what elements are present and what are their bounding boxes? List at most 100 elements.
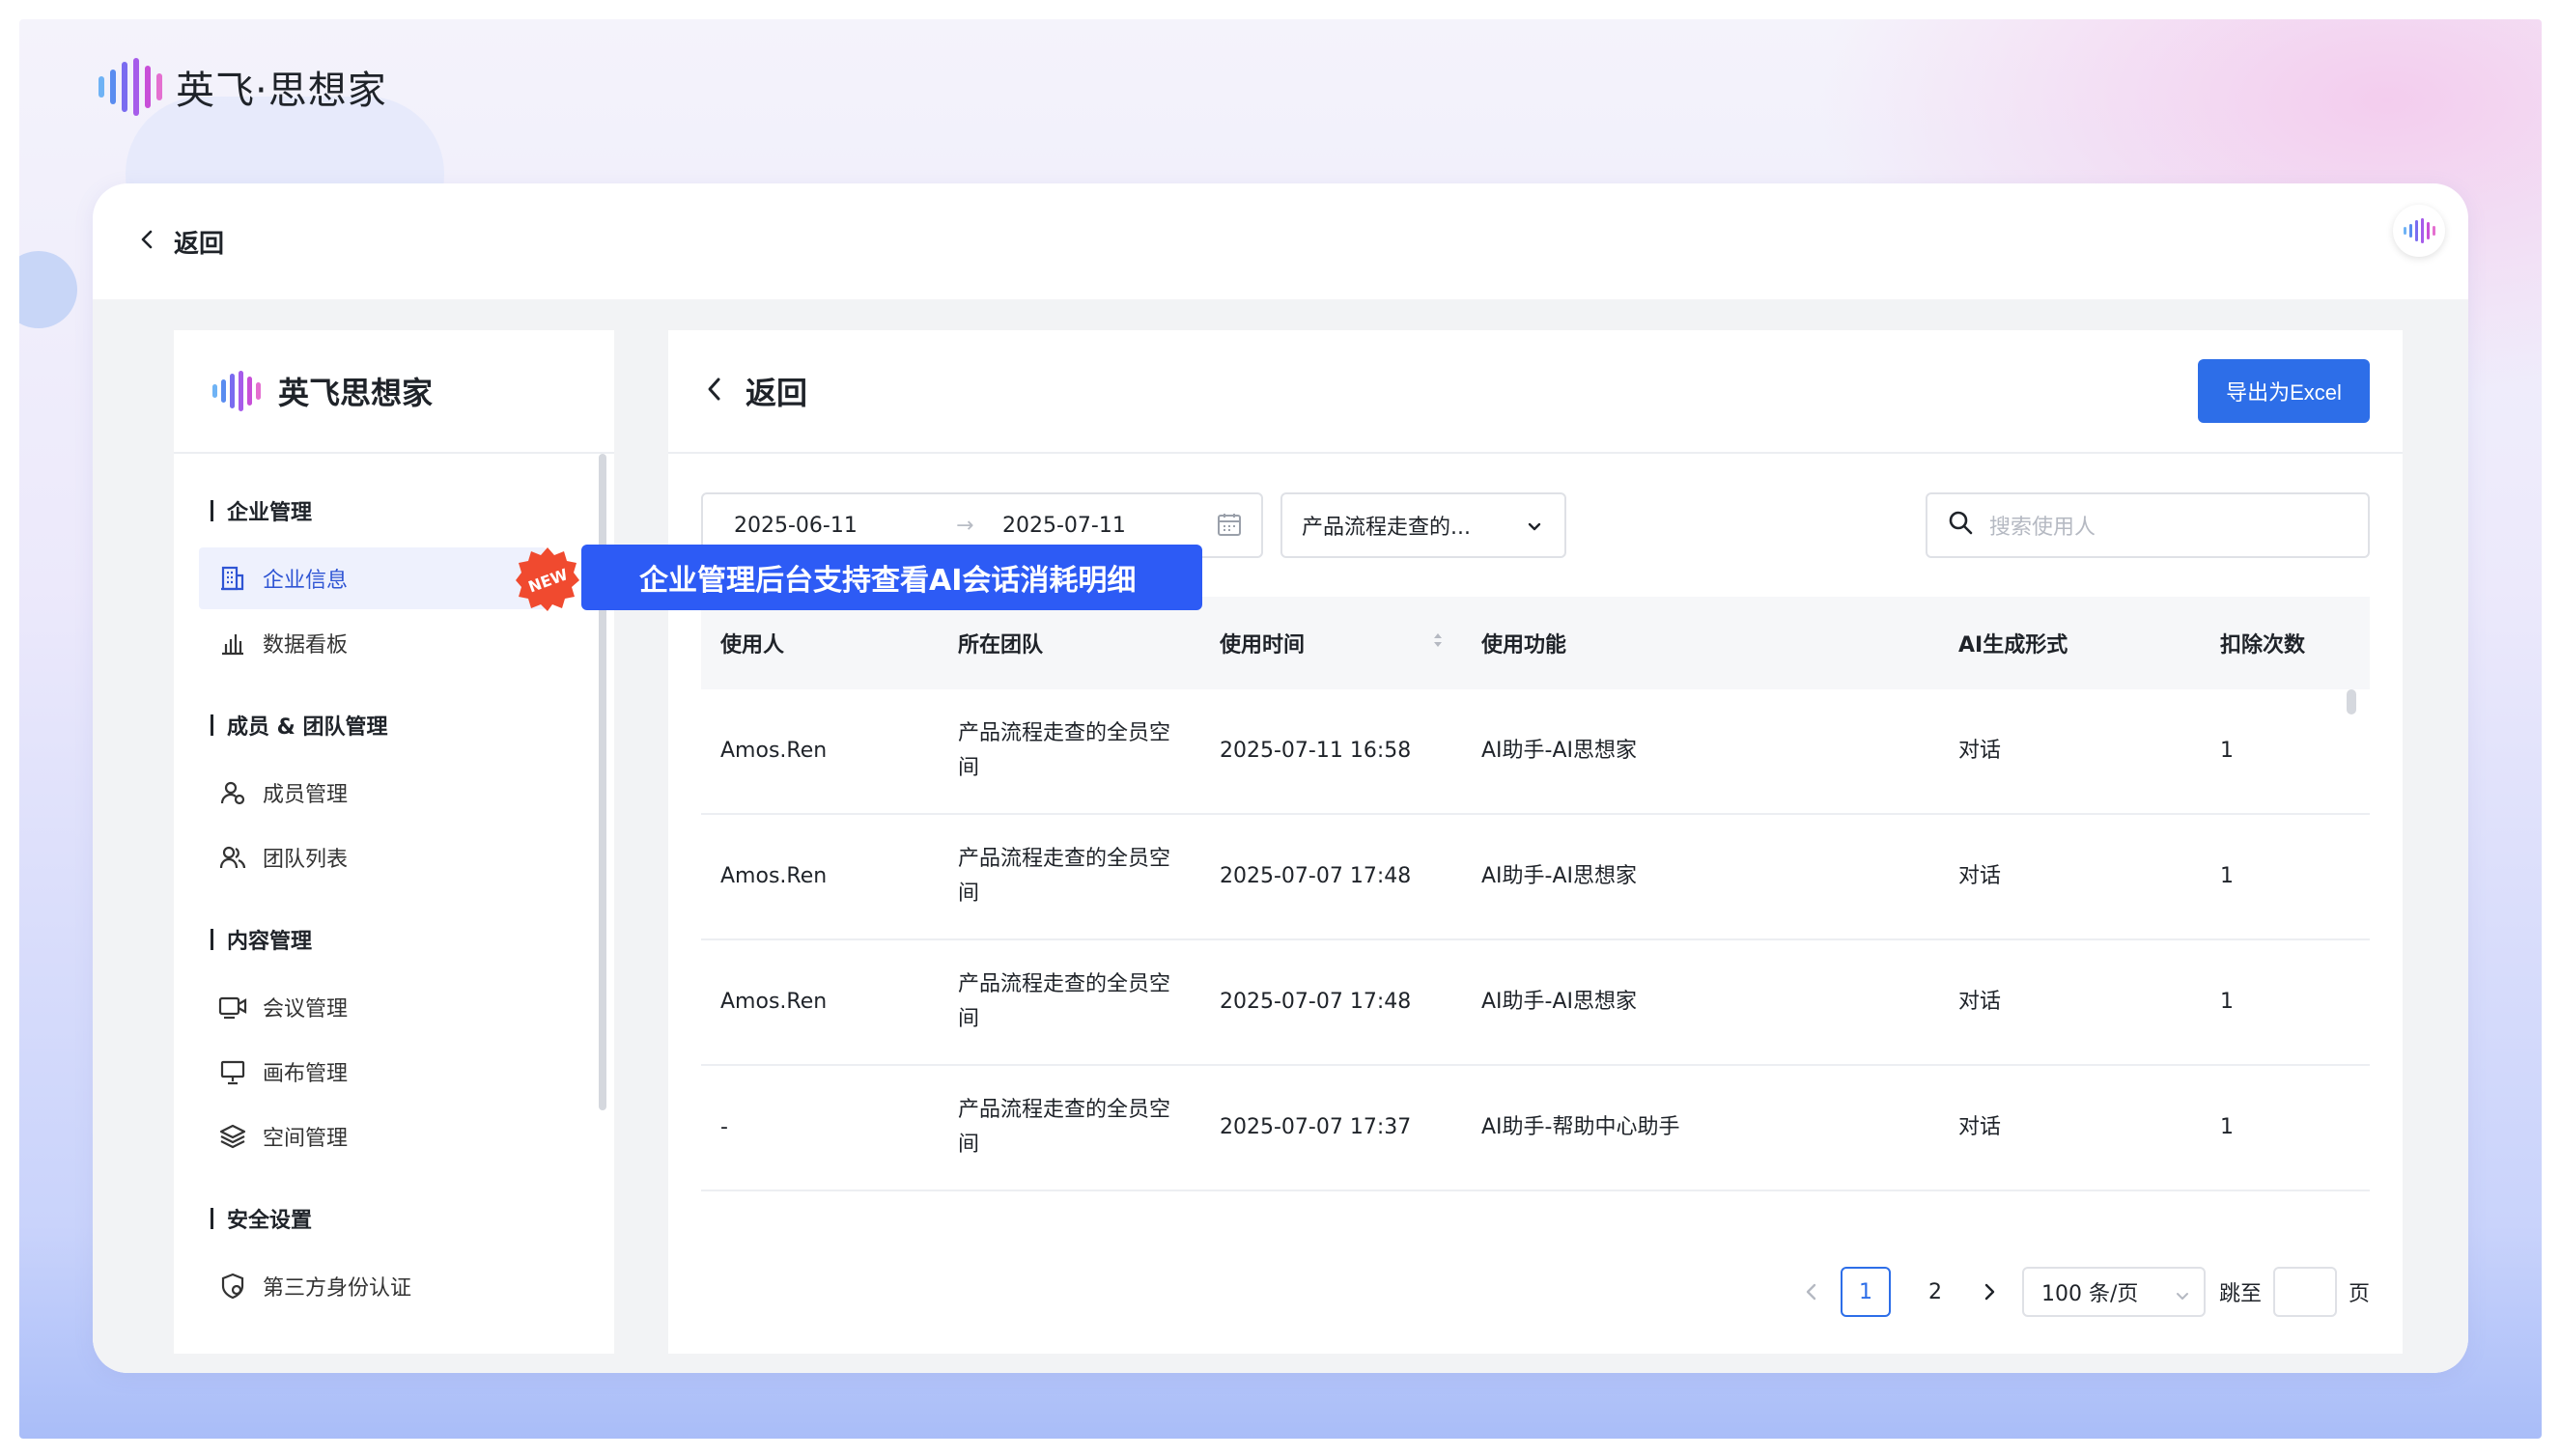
cell-deducted: 1 [2220, 1115, 2234, 1139]
avatar-logo-icon [2403, 218, 2435, 243]
page-size-select[interactable]: 100 条/页 [2021, 1267, 2206, 1317]
table-row[interactable]: - 产品流程走查的全员空间 2025-07-07 17:37 AI助手-帮助中心… [701, 1066, 2370, 1191]
member-icon [218, 778, 247, 807]
sidebar-item-label: 数据看板 [263, 633, 349, 658]
team-select-value: 产品流程走查的... [1302, 516, 1471, 540]
cell-time: 2025-07-07 17:37 [1220, 1115, 1412, 1139]
table-header: 使用人 所在团队 使用时间 使用功能 AI生成形式 扣除次数 [701, 597, 2370, 689]
column-header-team: 所在团队 [958, 633, 1044, 658]
table-row[interactable]: Amos.Ren 产品流程走查的全员空间 2025-07-07 17:48 AI… [701, 940, 2370, 1066]
sidebar-brand-name: 英飞思想家 [278, 375, 434, 411]
sidebar-item-enterprise-info[interactable]: 企业信息 NEW [199, 547, 579, 611]
page-button-2[interactable]: 2 [1910, 1267, 1960, 1317]
window-topbar: 返回 [93, 183, 2468, 299]
sidebar-logo-icon [212, 371, 261, 411]
brand-name: 英飞·思想家 [176, 69, 387, 113]
sidebar-header: 英飞思想家 [174, 330, 614, 454]
sidebar-item-dashboard[interactable]: 数据看板 [174, 612, 614, 674]
page-unit-label: 页 [2348, 1282, 2370, 1306]
back-chevron-icon[interactable] [137, 229, 158, 254]
cell-user: Amos.Ren [720, 990, 828, 1014]
brand-header: 英飞·思想家 [98, 58, 387, 116]
sidebar-group-enterprise: 企业管理 [174, 477, 614, 545]
calendar-icon[interactable] [1217, 512, 1242, 543]
team-icon [218, 843, 247, 872]
table-row[interactable]: Amos.Ren 产品流程走查的全员空间 2025-07-07 17:48 AI… [701, 815, 2370, 940]
sidebar: 英飞思想家 企业管理 企业信息 NEW 数据看板 成员 & 团队管理 成员管理 … [174, 330, 614, 1354]
canvas-icon [218, 1057, 247, 1086]
column-header-feature: 使用功能 [1481, 633, 1567, 658]
sidebar-item-spaces[interactable]: 空间管理 [174, 1106, 614, 1167]
table-scrollbar[interactable] [2347, 689, 2356, 714]
cell-user: Amos.Ren [720, 864, 828, 888]
cell-ai-mode: 对话 [1958, 864, 2002, 888]
cell-ai-mode: 对话 [1958, 739, 2002, 763]
sidebar-item-meetings[interactable]: 会议管理 [174, 976, 614, 1038]
usage-table: 使用人 所在团队 使用时间 使用功能 AI生成形式 扣除次数 Amos.Ren … [701, 597, 2370, 1191]
cell-time: 2025-07-07 17:48 [1220, 990, 1412, 1014]
sidebar-group-security: 安全设置 [174, 1185, 614, 1252]
main-panel: 返回 导出为Excel 2025-06-11 → 2025-07-11 产品流程… [668, 330, 2403, 1354]
sidebar-item-label: 第三方身份认证 [263, 1276, 412, 1301]
column-header-user: 使用人 [720, 633, 785, 658]
cell-feature: AI助手-AI思想家 [1481, 864, 1638, 888]
search-input[interactable]: 搜索使用人 [1989, 510, 2096, 541]
jump-page-input[interactable] [2272, 1267, 2337, 1317]
decor-blob [19, 251, 77, 328]
sidebar-item-third-party-auth[interactable]: 第三方身份认证 [174, 1255, 614, 1317]
sidebar-item-label: 会议管理 [263, 997, 349, 1022]
cell-user: - [720, 1115, 728, 1139]
next-page-icon[interactable] [1970, 1281, 2009, 1302]
cell-team: 产品流程走查的全员空间 [958, 847, 1171, 906]
cell-deducted: 1 [2220, 739, 2234, 763]
cell-feature: AI助手-帮助中心助手 [1481, 1115, 1680, 1139]
user-avatar[interactable] [2393, 205, 2445, 257]
sidebar-item-label: 成员管理 [263, 783, 349, 807]
cell-team: 产品流程走查的全员空间 [958, 972, 1171, 1031]
sidebar-group-members: 成员 & 团队管理 [174, 691, 614, 759]
cell-time: 2025-07-11 16:58 [1220, 739, 1412, 763]
search-icon [1947, 509, 1974, 542]
sidebar-menu: 企业管理 企业信息 NEW 数据看板 成员 & 团队管理 成员管理 团队列表 内… [174, 454, 614, 1317]
sidebar-item-label: 企业信息 [263, 569, 349, 593]
date-end[interactable]: 2025-07-11 [1002, 514, 1126, 538]
table-row[interactable]: Amos.Ren 产品流程走查的全员空间 2025-07-11 16:58 AI… [701, 689, 2370, 815]
export-excel-button[interactable]: 导出为Excel [2198, 359, 2370, 423]
sidebar-item-label: 画布管理 [263, 1062, 349, 1086]
cell-deducted: 1 [2220, 864, 2234, 888]
date-separator: → [956, 513, 974, 538]
sort-icon[interactable] [1431, 630, 1445, 657]
team-select[interactable]: 产品流程走查的... [1280, 492, 1566, 558]
cell-time: 2025-07-07 17:48 [1220, 864, 1412, 888]
cell-user: Amos.Ren [720, 739, 828, 763]
sidebar-item-label: 团队列表 [263, 848, 349, 872]
cell-deducted: 1 [2220, 990, 2234, 1014]
feature-callout: 企业管理后台支持查看AI会话消耗明细 [581, 545, 1202, 610]
cell-team: 产品流程走查的全员空间 [958, 721, 1171, 780]
layers-icon [218, 1122, 247, 1151]
chevron-down-icon [1526, 518, 1543, 542]
cell-feature: AI助手-AI思想家 [1481, 990, 1638, 1014]
sidebar-item-canvas[interactable]: 画布管理 [174, 1041, 614, 1103]
column-header-deducted: 扣除次数 [2220, 633, 2306, 658]
date-start[interactable]: 2025-06-11 [734, 514, 858, 538]
pagination: 1 2 100 条/页 跳至 页 [1792, 1265, 2370, 1319]
sidebar-item-teams[interactable]: 团队列表 [174, 826, 614, 888]
jump-label: 跳至 [2218, 1282, 2262, 1306]
building-icon [218, 564, 247, 593]
app-window: 返回 英飞思想家 企业管理 企业信息 NEW 数据看板 成员 & 团队管理 成员… [93, 183, 2468, 1373]
search-box[interactable]: 搜索使用人 [1926, 492, 2370, 558]
back-chevron-icon[interactable] [703, 376, 726, 406]
content-area: 英飞思想家 企业管理 企业信息 NEW 数据看板 成员 & 团队管理 成员管理 … [93, 299, 2468, 1373]
page-button-1[interactable]: 1 [1840, 1267, 1891, 1317]
sidebar-group-content: 内容管理 [174, 906, 614, 973]
shield-icon [218, 1272, 247, 1301]
main-back-button[interactable]: 返回 [745, 369, 807, 413]
prev-page-icon[interactable] [1792, 1281, 1831, 1302]
sidebar-item-members[interactable]: 成员管理 [174, 762, 614, 824]
brand-logo-icon [98, 58, 162, 116]
column-header-time[interactable]: 使用时间 [1220, 628, 1305, 658]
column-header-ai-mode: AI生成形式 [1958, 633, 2068, 658]
background-stage: 英飞·思想家 返回 英飞思想家 企业管理 企业信息 NEW 数据看板 成员 & … [19, 19, 2542, 1439]
top-back-button[interactable]: 返回 [174, 224, 224, 260]
